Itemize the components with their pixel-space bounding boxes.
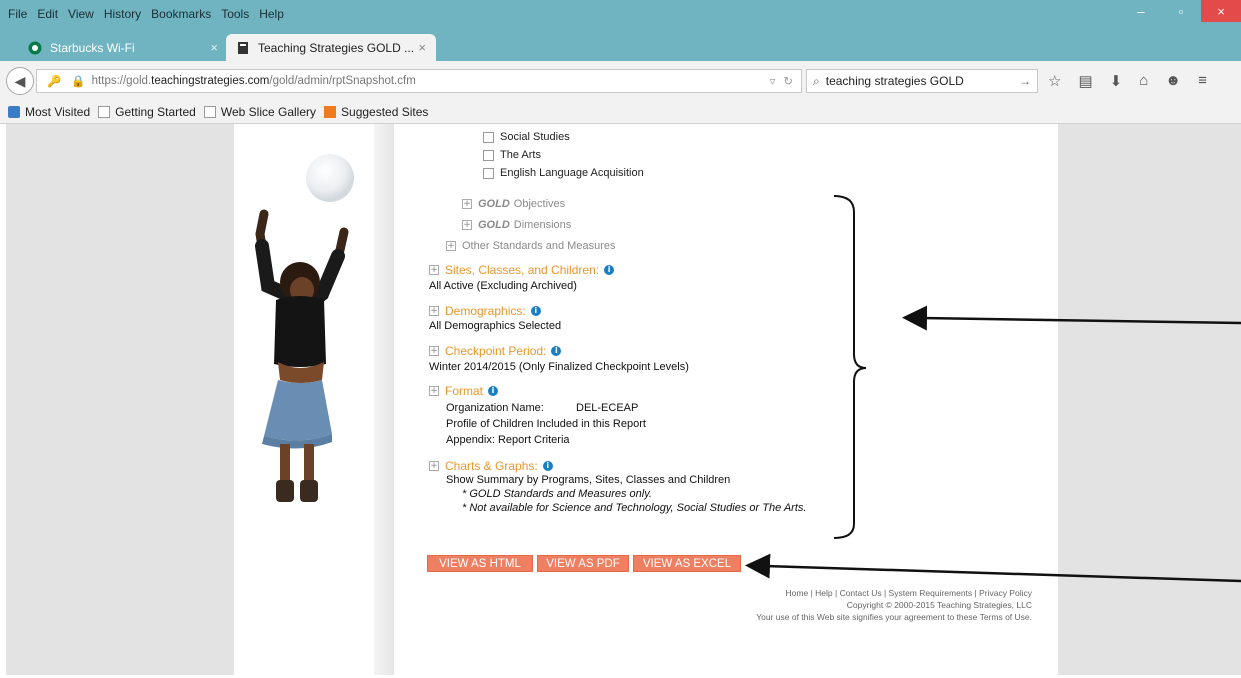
download-icon[interactable]: ⬇ xyxy=(1110,72,1123,90)
starbucks-icon xyxy=(28,41,42,55)
window-controls: – ▫ × xyxy=(1121,0,1241,22)
maximize-button[interactable]: ▫ xyxy=(1161,0,1201,22)
menu-view[interactable]: View xyxy=(68,7,94,21)
bookmark-label: Most Visited xyxy=(25,105,91,119)
key-icon[interactable]: 🔑 xyxy=(47,74,61,88)
tab-teaching-strategies[interactable]: Teaching Strategies GOLD ... × xyxy=(226,34,436,61)
menu-edit[interactable]: Edit xyxy=(37,7,58,21)
bookmark-label: Web Slice Gallery xyxy=(220,105,317,119)
bookmark-label: Suggested Sites xyxy=(341,105,429,119)
hamburger-menu-icon[interactable]: ≡ xyxy=(1198,72,1207,90)
lock-icon: 🔒 xyxy=(71,76,86,88)
search-icon: ⌕ xyxy=(813,73,820,88)
close-window-button[interactable]: × xyxy=(1201,0,1241,22)
home-icon[interactable]: ⌂ xyxy=(1139,72,1148,90)
page-icon xyxy=(98,106,111,118)
menu-bookmarks[interactable]: Bookmarks xyxy=(151,7,211,21)
menu-history[interactable]: History xyxy=(104,7,141,21)
tab-starbucks[interactable]: Starbucks Wi-Fi × xyxy=(18,34,228,61)
search-input[interactable]: teaching strategies GOLD xyxy=(826,74,964,88)
tab-bar: Starbucks Wi-Fi × Teaching Strategies GO… xyxy=(0,31,1241,86)
url-tools: ▿ ↻ xyxy=(770,74,793,88)
bookmark-suggested-sites[interactable]: Suggested Sites xyxy=(324,105,428,119)
tab-close-icon[interactable]: × xyxy=(210,40,218,55)
url-host: teachingstrategies.com xyxy=(151,75,270,87)
chat-icon[interactable]: ☻ xyxy=(1165,72,1181,90)
reload-icon[interactable]: ↻ xyxy=(783,74,793,88)
tab-title: Teaching Strategies GOLD ... xyxy=(258,40,415,55)
dropdown-icon[interactable]: ▿ xyxy=(770,74,776,88)
arrow-annotations xyxy=(745,305,1241,583)
web-page: Social Studies The Arts English Language… xyxy=(0,124,1241,675)
bookmark-web-slice-gallery[interactable]: Web Slice Gallery xyxy=(203,105,317,119)
bookmarks-bar: Most Visited Getting Started Web Slice G… xyxy=(0,101,1241,124)
menu-file[interactable]: File xyxy=(8,7,27,21)
go-arrow-icon[interactable]: → xyxy=(1019,74,1031,88)
bookmark-getting-started[interactable]: Getting Started xyxy=(98,105,196,119)
navigation-bar: ◀ 🔑 🔒 https://gold. teachingstrategies.c… xyxy=(0,61,1241,102)
arrow-left-icon: ◀ xyxy=(14,72,26,89)
page-icon xyxy=(203,106,216,118)
suggested-sites-icon xyxy=(324,106,337,118)
title-bar: File Edit View History Bookmarks Tools H… xyxy=(0,0,1241,31)
bookmark-label: Getting Started xyxy=(115,105,196,119)
url-prefix: https://gold. xyxy=(91,75,152,87)
menu-help[interactable]: Help xyxy=(259,7,284,21)
url-path: /gold/admin/rptSnapshot.cfm xyxy=(269,75,416,87)
document-icon xyxy=(236,41,250,55)
ie-icon xyxy=(8,106,20,118)
toolbar-icons: ☆ ▤ ⬇ ⌂ ☻ ≡ xyxy=(1048,72,1207,90)
arrow-to-criteria xyxy=(902,305,1241,331)
back-button[interactable]: ◀ xyxy=(6,67,34,95)
search-box[interactable]: ⌕ teaching strategies GOLD → xyxy=(806,69,1038,93)
tab-close-icon[interactable]: × xyxy=(418,40,426,55)
minimize-button[interactable]: – xyxy=(1121,0,1161,22)
reading-list-icon[interactable]: ▤ xyxy=(1078,72,1092,90)
menu-tools[interactable]: Tools xyxy=(221,7,249,21)
address-bar[interactable]: 🔑 🔒 https://gold. teachingstrategies.com… xyxy=(36,69,802,93)
arrow-to-export-buttons xyxy=(745,553,1241,583)
bookmark-star-icon[interactable]: ☆ xyxy=(1048,72,1061,90)
menu-bar: File Edit View History Bookmarks Tools H… xyxy=(8,7,284,21)
tab-title: Starbucks Wi-Fi xyxy=(50,40,135,55)
bookmark-most-visited[interactable]: Most Visited xyxy=(8,105,90,119)
